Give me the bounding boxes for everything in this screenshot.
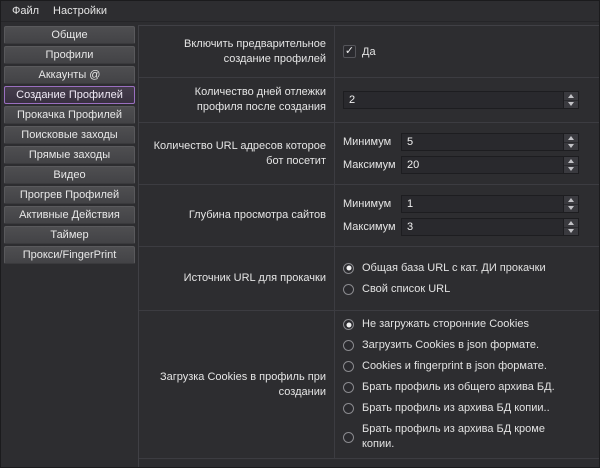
radio-label: Загрузить Cookies в json формате. — [362, 338, 539, 353]
radio-label: Свой список URL — [362, 282, 450, 297]
spinner-down-arrow[interactable] — [564, 205, 578, 213]
main-area: Общие Профили Аккаунты @ Создание Профил… — [1, 22, 599, 468]
setting-row-precreate: Включить предварительное создание профил… — [139, 26, 599, 78]
radio-icon[interactable] — [343, 263, 354, 274]
sidebar-item-taymer[interactable]: Таймер — [4, 226, 135, 244]
radio-option-db-copy[interactable]: Брать профиль из архива БД копии.. — [343, 401, 579, 416]
setting-label: Количество дней отлежки профиля после со… — [139, 78, 335, 122]
checkbox-label: Да — [362, 46, 376, 58]
depth-max-spinner-value[interactable]: 3 — [402, 219, 563, 235]
check-icon: ✓ — [345, 46, 354, 57]
depth-min-spinner[interactable]: 1 — [401, 195, 579, 213]
sidebar-item-profili[interactable]: Профили — [4, 46, 135, 64]
spinner-buttons — [563, 157, 578, 173]
checkbox-icon[interactable]: ✓ — [343, 45, 356, 58]
spinner-down-arrow[interactable] — [564, 166, 578, 174]
cookies-radio-group: Не загружать сторонние Cookies Загрузить… — [343, 317, 579, 452]
settings-panel: Включить предварительное создание профил… — [138, 25, 599, 468]
sidebar-item-poiskovye-zakhody[interactable]: Поисковые заходы — [4, 126, 135, 144]
menu-item-file[interactable]: Файл — [5, 2, 46, 20]
spinner-buttons — [563, 134, 578, 150]
sidebar-item-video[interactable]: Видео — [4, 166, 135, 184]
url-min-spinner[interactable]: 5 — [401, 133, 579, 151]
max-label: Максимум — [343, 221, 395, 233]
url-max-spinner-value[interactable]: 20 — [402, 157, 563, 173]
sidebar-item-proksi-fingerprint[interactable]: Прокси/FingerPrint — [4, 246, 135, 264]
radio-label: Общая база URL с кат. ДИ прокачки — [362, 261, 546, 276]
setting-row-url-source: Источник URL для прокачки Общая база URL… — [139, 247, 599, 311]
spinner-up-arrow[interactable] — [564, 134, 578, 143]
spinner-down-arrow[interactable] — [564, 101, 578, 109]
url-max-spinner[interactable]: 20 — [401, 156, 579, 174]
sidebar: Общие Профили Аккаунты @ Создание Профил… — [1, 22, 138, 468]
spinner-up-arrow[interactable] — [564, 92, 578, 101]
setting-label: Включить предварительное создание профил… — [139, 26, 335, 77]
radio-option-own-list[interactable]: Свой список URL — [343, 282, 579, 297]
radio-option-db-except-copy[interactable]: Брать профиль из архива БД кроме копии. — [343, 422, 579, 452]
radio-icon[interactable] — [343, 403, 354, 414]
radio-icon[interactable] — [343, 340, 354, 351]
spinner-up-arrow[interactable] — [564, 157, 578, 166]
radio-label: Cookies и fingerprint в json формате. — [362, 359, 547, 374]
precreate-checkbox[interactable]: ✓ Да — [343, 45, 579, 58]
spinner-up-arrow[interactable] — [564, 196, 578, 205]
radio-option-json-fingerprint[interactable]: Cookies и fingerprint в json формате. — [343, 359, 579, 374]
spinner-up-arrow[interactable] — [564, 219, 578, 228]
setting-label: Глубина просмотра сайтов — [139, 185, 335, 246]
setting-label: Загрузка Cookies в профиль при создании — [139, 311, 335, 458]
sidebar-item-aktivnye-deystviya[interactable]: Активные Действия — [4, 206, 135, 224]
radio-icon[interactable] — [343, 432, 354, 443]
radio-label: Не загружать сторонние Cookies — [362, 317, 529, 332]
radio-label: Брать профиль из архива БД копии.. — [362, 401, 550, 416]
radio-option-url-base[interactable]: Общая база URL с кат. ДИ прокачки — [343, 261, 579, 276]
spinner-buttons — [563, 219, 578, 235]
days-spinner[interactable]: 2 — [343, 91, 579, 109]
radio-option-db-archive[interactable]: Брать профиль из общего архива БД. — [343, 380, 579, 395]
depth-min-spinner-value[interactable]: 1 — [402, 196, 563, 212]
menu-item-settings[interactable]: Настройки — [46, 2, 114, 20]
spinner-down-arrow[interactable] — [564, 143, 578, 151]
radio-icon[interactable] — [343, 284, 354, 295]
sidebar-item-progrev-profiley[interactable]: Прогрев Профилей — [4, 186, 135, 204]
min-label: Минимум — [343, 136, 395, 148]
setting-row-cookies: Загрузка Cookies в профиль при создании … — [139, 311, 599, 459]
radio-option-json-cookies[interactable]: Загрузить Cookies в json формате. — [343, 338, 579, 353]
setting-row-url-count: Количество URL адресов которое бот посет… — [139, 123, 599, 185]
radio-label: Брать профиль из архива БД кроме копии. — [362, 422, 579, 452]
menu-bar: Файл Настройки — [1, 1, 599, 22]
setting-label: Количество URL адресов которое бот посет… — [139, 123, 335, 184]
url-min-spinner-value[interactable]: 5 — [402, 134, 563, 150]
min-label: Минимум — [343, 198, 395, 210]
radio-icon[interactable] — [343, 382, 354, 393]
days-spinner-value[interactable]: 2 — [344, 92, 563, 108]
url-source-radio-group: Общая база URL с кат. ДИ прокачки Свой с… — [343, 261, 579, 297]
sidebar-item-pryamye-zakhody[interactable]: Прямые заходы — [4, 146, 135, 164]
spinner-buttons — [563, 196, 578, 212]
sidebar-item-sozdanie-profiley[interactable]: Создание Профилей — [4, 86, 135, 104]
setting-row-depth: Глубина просмотра сайтов Минимум 1 — [139, 185, 599, 247]
sidebar-item-obshchie[interactable]: Общие — [4, 26, 135, 44]
sidebar-item-akkaunty[interactable]: Аккаунты @ — [4, 66, 135, 84]
radio-label: Брать профиль из общего архива БД. — [362, 380, 555, 395]
spinner-down-arrow[interactable] — [564, 228, 578, 236]
depth-max-spinner[interactable]: 3 — [401, 218, 579, 236]
sidebar-item-prokachka-profiley[interactable]: Прокачка Профилей — [4, 106, 135, 124]
setting-label: Источник URL для прокачки — [139, 247, 335, 310]
setting-row-rest-days: Количество дней отлежки профиля после со… — [139, 78, 599, 123]
radio-option-no-cookies[interactable]: Не загружать сторонние Cookies — [343, 317, 579, 332]
radio-icon[interactable] — [343, 361, 354, 372]
max-label: Максимум — [343, 159, 395, 171]
radio-icon[interactable] — [343, 319, 354, 330]
spinner-buttons — [563, 92, 578, 108]
app-window: Файл Настройки Общие Профили Аккаунты @ … — [0, 0, 600, 468]
